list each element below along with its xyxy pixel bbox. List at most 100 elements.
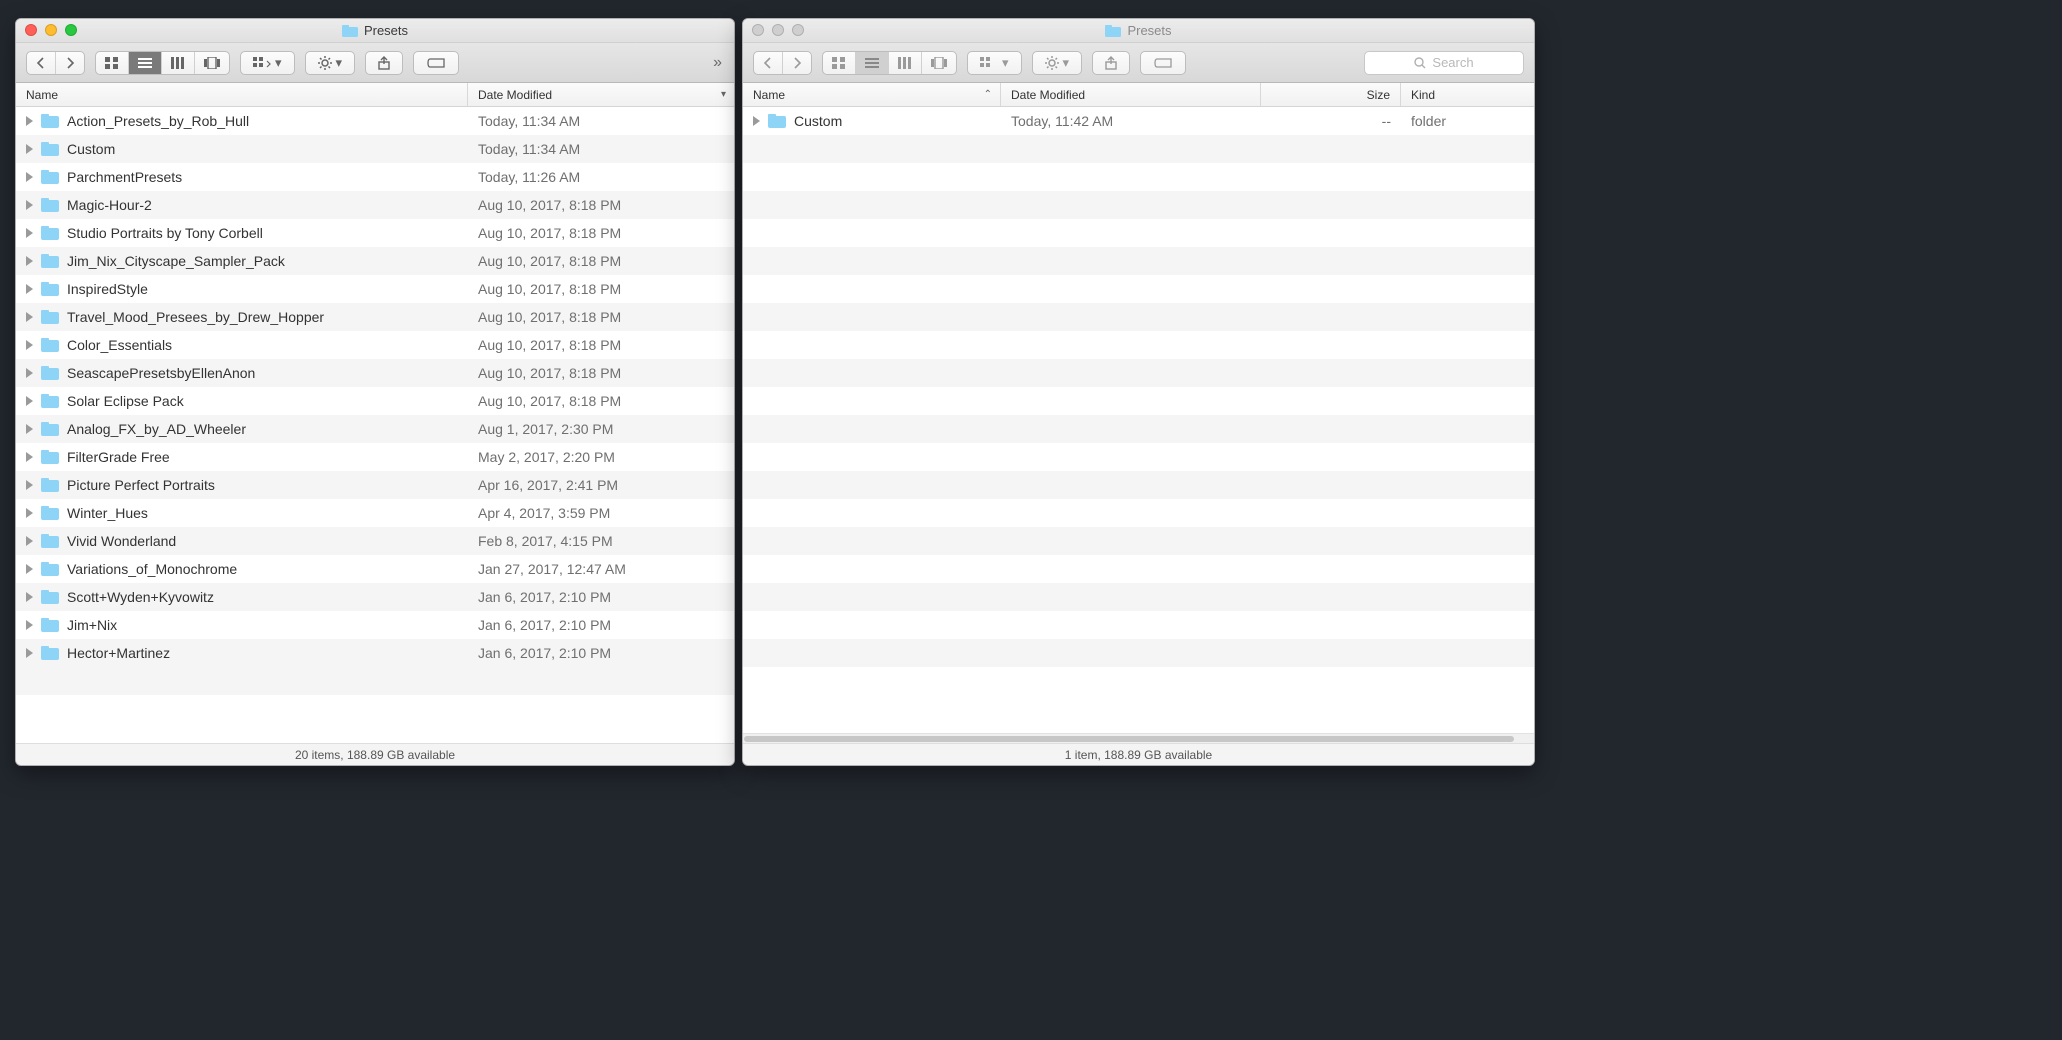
table-row[interactable]: Jim+NixJan 6, 2017, 2:10 PM (16, 611, 734, 639)
list-view-button[interactable] (856, 52, 889, 74)
search-icon (1414, 57, 1426, 69)
zoom-button[interactable] (792, 24, 804, 36)
disclosure-triangle-icon[interactable] (26, 172, 33, 182)
disclosure-triangle-icon[interactable] (26, 396, 33, 406)
disclosure-triangle-icon[interactable] (26, 144, 33, 154)
table-row[interactable]: Solar Eclipse PackAug 10, 2017, 8:18 PM (16, 387, 734, 415)
search-placeholder: Search (1432, 55, 1473, 70)
share-button[interactable] (1092, 51, 1130, 75)
disclosure-triangle-icon[interactable] (26, 312, 33, 322)
table-row[interactable]: Picture Perfect PortraitsApr 16, 2017, 2… (16, 471, 734, 499)
icon-view-button[interactable] (823, 52, 856, 74)
status-text: 20 items, 188.89 GB available (295, 748, 455, 762)
folder-icon (41, 198, 59, 212)
table-row[interactable]: CustomToday, 11:34 AM (16, 135, 734, 163)
close-button[interactable] (752, 24, 764, 36)
table-row[interactable]: SeascapePresetsbyEllenAnonAug 10, 2017, … (16, 359, 734, 387)
disclosure-triangle-icon[interactable] (26, 228, 33, 238)
file-list[interactable]: Action_Presets_by_Rob_HullToday, 11:34 A… (16, 107, 734, 743)
disclosure-triangle-icon[interactable] (26, 592, 33, 602)
tags-button[interactable] (1140, 51, 1186, 75)
back-button[interactable] (27, 52, 56, 74)
horizontal-scrollbar[interactable] (743, 733, 1534, 743)
disclosure-triangle-icon[interactable] (26, 116, 33, 126)
minimize-button[interactable] (45, 24, 57, 36)
disclosure-triangle-icon[interactable] (26, 424, 33, 434)
search-input[interactable]: Search (1364, 51, 1524, 75)
table-row[interactable]: Jim_Nix_Cityscape_Sampler_PackAug 10, 20… (16, 247, 734, 275)
table-row[interactable]: Color_EssentialsAug 10, 2017, 8:18 PM (16, 331, 734, 359)
share-icon (1105, 56, 1117, 70)
table-row[interactable]: FilterGrade FreeMay 2, 2017, 2:20 PM (16, 443, 734, 471)
close-button[interactable] (25, 24, 37, 36)
coverflow-view-button[interactable] (922, 52, 956, 74)
table-row[interactable]: Analog_FX_by_AD_WheelerAug 1, 2017, 2:30… (16, 415, 734, 443)
minimize-button[interactable] (772, 24, 784, 36)
back-button[interactable] (754, 52, 783, 74)
table-row[interactable]: Travel_Mood_Presees_by_Drew_HopperAug 10… (16, 303, 734, 331)
disclosure-triangle-icon[interactable] (26, 620, 33, 630)
table-row[interactable]: InspiredStyleAug 10, 2017, 8:18 PM (16, 275, 734, 303)
arrange-button[interactable]: ▾ (240, 51, 295, 75)
scrollbar-thumb[interactable] (744, 736, 1514, 742)
table-row (743, 275, 1534, 303)
icon-view-button[interactable] (96, 52, 129, 74)
toolbar-overflow-icon[interactable]: » (713, 54, 722, 72)
column-header-size[interactable]: Size (1261, 83, 1401, 106)
table-row[interactable]: Scott+Wyden+KyvowitzJan 6, 2017, 2:10 PM (16, 583, 734, 611)
date-modified: Today, 11:34 AM (478, 141, 580, 157)
column-view-button[interactable] (162, 52, 195, 74)
forward-button[interactable] (783, 52, 811, 74)
disclosure-triangle-icon[interactable] (26, 256, 33, 266)
disclosure-triangle-icon[interactable] (26, 480, 33, 490)
disclosure-triangle-icon[interactable] (753, 116, 760, 126)
table-row[interactable]: Studio Portraits by Tony CorbellAug 10, … (16, 219, 734, 247)
column-header-kind[interactable]: Kind (1401, 83, 1534, 106)
table-row (743, 219, 1534, 247)
column-view-button[interactable] (889, 52, 922, 74)
folder-icon (41, 310, 59, 324)
column-header-date[interactable]: Date Modified (1001, 83, 1261, 106)
date-modified: Aug 10, 2017, 8:18 PM (478, 337, 621, 353)
disclosure-triangle-icon[interactable] (26, 648, 33, 658)
table-row[interactable]: Variations_of_MonochromeJan 27, 2017, 12… (16, 555, 734, 583)
tags-button[interactable] (413, 51, 459, 75)
toolbar: ▾ ▾ Search (743, 43, 1534, 83)
table-row[interactable]: Vivid WonderlandFeb 8, 2017, 4:15 PM (16, 527, 734, 555)
disclosure-triangle-icon[interactable] (26, 564, 33, 574)
date-modified: Apr 4, 2017, 3:59 PM (478, 505, 610, 521)
action-button[interactable]: ▾ (1032, 51, 1083, 75)
date-modified: Aug 10, 2017, 8:18 PM (478, 309, 621, 325)
table-row[interactable]: Magic-Hour-2Aug 10, 2017, 8:18 PM (16, 191, 734, 219)
titlebar[interactable]: Presets (743, 19, 1534, 43)
disclosure-triangle-icon[interactable] (26, 340, 33, 350)
table-row (743, 583, 1534, 611)
column-header-date[interactable]: Date Modified ▾ (468, 83, 734, 106)
share-button[interactable] (365, 51, 403, 75)
table-row[interactable]: ParchmentPresetsToday, 11:26 AM (16, 163, 734, 191)
disclosure-triangle-icon[interactable] (26, 368, 33, 378)
disclosure-triangle-icon[interactable] (26, 200, 33, 210)
disclosure-triangle-icon[interactable] (26, 536, 33, 546)
file-list[interactable]: CustomToday, 11:42 AM--folder (743, 107, 1534, 733)
coverflow-view-button[interactable] (195, 52, 229, 74)
table-row[interactable]: Winter_HuesApr 4, 2017, 3:59 PM (16, 499, 734, 527)
table-row[interactable]: CustomToday, 11:42 AM--folder (743, 107, 1534, 135)
titlebar[interactable]: Presets (16, 19, 734, 43)
table-row[interactable]: Action_Presets_by_Rob_HullToday, 11:34 A… (16, 107, 734, 135)
date-modified: Aug 10, 2017, 8:18 PM (478, 365, 621, 381)
table-row[interactable]: Hector+MartinezJan 6, 2017, 2:10 PM (16, 639, 734, 667)
status-text: 1 item, 188.89 GB available (1065, 748, 1212, 762)
disclosure-triangle-icon[interactable] (26, 284, 33, 294)
column-header-name[interactable]: Name ⌃ (743, 83, 1001, 106)
action-button[interactable]: ▾ (305, 51, 356, 75)
forward-button[interactable] (56, 52, 84, 74)
disclosure-triangle-icon[interactable] (26, 452, 33, 462)
finder-window-right: Presets ▾ (742, 18, 1535, 766)
zoom-button[interactable] (65, 24, 77, 36)
list-view-button[interactable] (129, 52, 162, 74)
arrange-button[interactable]: ▾ (967, 51, 1022, 75)
disclosure-triangle-icon[interactable] (26, 508, 33, 518)
column-header-name[interactable]: Name (16, 83, 468, 106)
sort-indicator-icon: ▾ (721, 89, 726, 100)
